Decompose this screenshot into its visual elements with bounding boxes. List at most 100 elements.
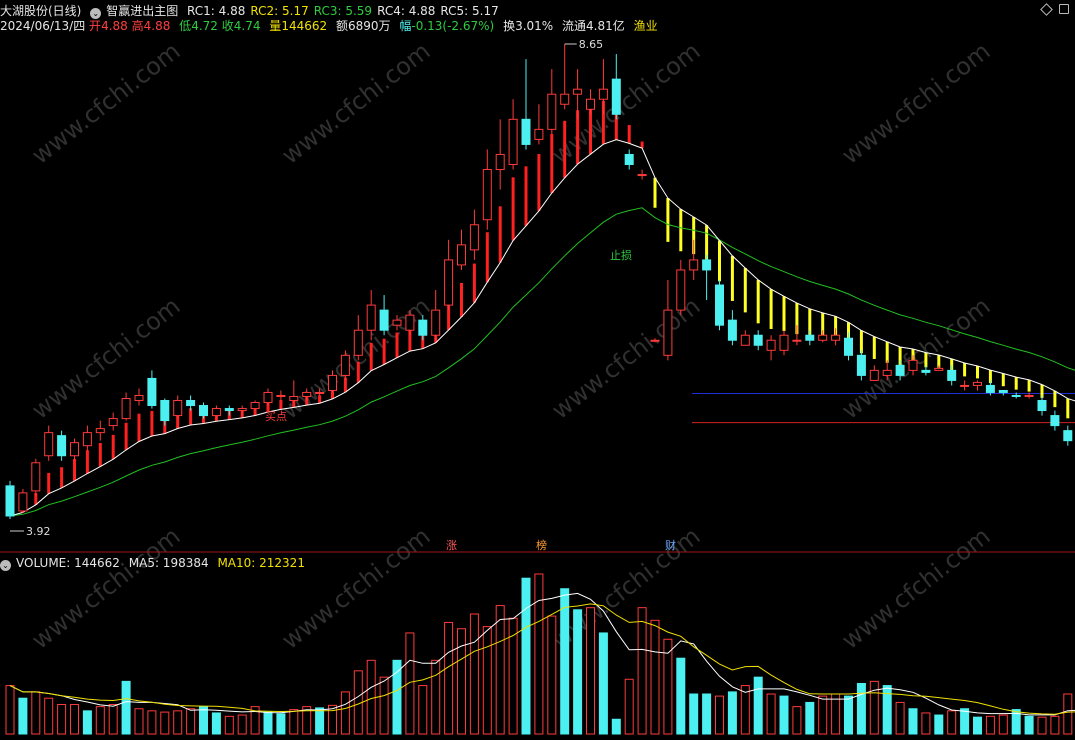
- candle-body: [147, 377, 157, 407]
- candle-body: [856, 354, 866, 376]
- volume-bar: [134, 708, 144, 735]
- candle-body: [57, 435, 67, 457]
- volume-bar: [5, 685, 15, 735]
- volume-bar: [753, 676, 763, 735]
- volume-bar: [998, 714, 1008, 735]
- volume-bar: [340, 691, 350, 735]
- volume-bar: [805, 701, 815, 735]
- candle-body: [82, 432, 92, 447]
- candle-body: [405, 314, 415, 331]
- volume-bar: [392, 659, 402, 735]
- candle-body: [366, 304, 376, 331]
- volume-bar: [263, 711, 273, 735]
- event-badge-zhang[interactable]: 涨: [446, 539, 457, 552]
- volume-bar: [586, 607, 595, 735]
- candle-body: [5, 485, 15, 517]
- volume-bar: [947, 710, 957, 735]
- candle-body: [869, 369, 879, 381]
- volume-bar: [82, 710, 92, 735]
- volume-bar: [57, 704, 67, 735]
- candle-body: [521, 118, 531, 145]
- volume-bar: [702, 693, 712, 735]
- candle-body: [650, 339, 660, 342]
- candle-body: [766, 339, 776, 351]
- stop-loss-label: 止损: [610, 248, 632, 262]
- volume-bar: [831, 693, 841, 735]
- candle-body: [353, 329, 363, 356]
- volume-bar: [985, 715, 995, 735]
- candle-body: [560, 93, 570, 105]
- volume-bar: [457, 628, 466, 735]
- volume-bar: [366, 659, 376, 735]
- candle-body: [547, 93, 557, 130]
- candle-body: [302, 391, 312, 397]
- volume-bar: [1024, 715, 1034, 735]
- volume-bar: [973, 716, 982, 735]
- candle-body: [31, 462, 41, 492]
- candle-body: [276, 394, 286, 397]
- volume-bar: [521, 577, 531, 735]
- candle-body: [1063, 430, 1073, 442]
- candle-body: [379, 309, 389, 331]
- volume-bar: [856, 682, 866, 735]
- volume-bar: [792, 706, 802, 735]
- volume-bar: [895, 701, 905, 735]
- candle-body: [727, 319, 737, 341]
- candle-body: [315, 391, 325, 394]
- candle-body: [753, 334, 763, 346]
- volume-bar: [715, 695, 724, 735]
- ma10-label: MA10: 212321: [217, 556, 305, 570]
- candle-body: [1050, 415, 1060, 427]
- stock-chart[interactable]: www.cfchi.com www.cfchi.com www.cfchi.com w…: [0, 0, 1075, 740]
- candle-body: [482, 169, 492, 221]
- volume-bar: [573, 609, 583, 735]
- volume-bar: [18, 697, 28, 735]
- volume-bar: [315, 707, 325, 735]
- candle-body: [1037, 400, 1047, 412]
- volume-bar: [960, 708, 970, 735]
- volume-bar: [689, 693, 699, 735]
- volume-bar: [624, 678, 634, 735]
- candle-body: [534, 128, 544, 140]
- candle-body: [985, 384, 995, 393]
- volume-bar: [121, 680, 131, 735]
- volume-bar: [598, 632, 608, 735]
- volume-bar: [1050, 715, 1060, 735]
- volume-bar: [95, 706, 105, 735]
- volume-bar: [44, 697, 54, 735]
- candle-body: [250, 402, 260, 410]
- candle-body: [573, 88, 583, 95]
- volume-settings-icon[interactable]: ⌄: [0, 560, 11, 571]
- candle-body: [289, 395, 299, 402]
- candle-body: [818, 334, 828, 341]
- volume-bar: [418, 685, 428, 735]
- candle-body: [715, 284, 724, 326]
- high-price-label: 8.65: [579, 38, 604, 51]
- volume-bar: [650, 619, 660, 735]
- watermark-text: www.cfchi.com: [276, 292, 435, 425]
- volume-bar: [444, 621, 454, 735]
- volume-bar: [31, 691, 41, 735]
- candle-body: [237, 408, 247, 412]
- candle-body: [702, 259, 712, 271]
- candle-body: [663, 309, 673, 356]
- candle-body: [444, 259, 454, 306]
- volume-bar: [224, 715, 234, 735]
- candle-body: [740, 334, 750, 346]
- watermark-text: www.cfchi.com: [26, 522, 185, 655]
- candle-body: [70, 442, 79, 457]
- volume-bar: [766, 693, 776, 735]
- candle-body: [611, 78, 621, 115]
- volume-bar: [160, 711, 170, 735]
- event-badge-bang[interactable]: 榜: [536, 538, 547, 552]
- volume-bar: [173, 710, 183, 735]
- event-badge-cai[interactable]: 财: [665, 538, 676, 552]
- volume-bar: [534, 573, 544, 735]
- volume-bar: [740, 685, 750, 735]
- volume-bar: [637, 607, 647, 735]
- candle-body: [676, 269, 686, 311]
- candle-body: [792, 339, 802, 342]
- candle-body: [637, 174, 647, 177]
- candle-body: [998, 389, 1008, 393]
- watermark-text: www.cfchi.com: [546, 292, 705, 425]
